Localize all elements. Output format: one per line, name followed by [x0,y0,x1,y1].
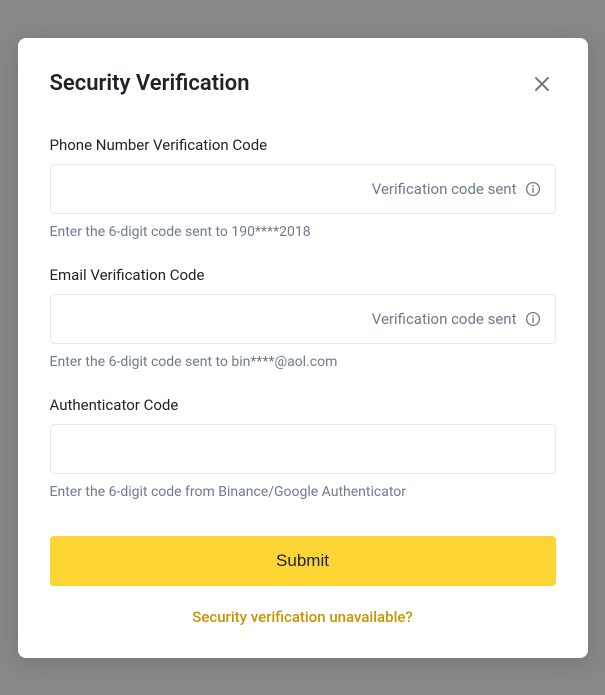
phone-code-label: Phone Number Verification Code [50,136,556,154]
authenticator-code-group: Authenticator Code Enter the 6-digit cod… [50,396,556,500]
phone-code-help: Enter the 6-digit code sent to 190****20… [50,224,556,240]
authenticator-code-input[interactable] [65,425,541,473]
email-code-group: Email Verification Code Verification cod… [50,266,556,370]
modal-title: Security Verification [50,71,250,96]
phone-code-sent-text: Verification code sent [372,180,517,198]
modal-header: Security Verification [50,70,556,98]
email-code-input-row: Verification code sent [50,294,556,344]
phone-code-input-row: Verification code sent [50,164,556,214]
phone-code-sent-status: Verification code sent [372,180,541,198]
email-code-help: Enter the 6-digit code sent to bin****@a… [50,354,556,370]
close-icon [532,74,552,94]
email-code-sent-text: Verification code sent [372,310,517,328]
authenticator-code-input-row [50,424,556,474]
phone-code-input[interactable] [65,165,372,213]
security-verification-modal: Security Verification Phone Number Verif… [18,38,588,658]
authenticator-code-help: Enter the 6-digit code from Binance/Goog… [50,484,556,500]
info-icon[interactable] [525,181,541,197]
email-code-input[interactable] [65,295,372,343]
info-icon[interactable] [525,311,541,327]
submit-button[interactable]: Submit [50,536,556,586]
email-code-label: Email Verification Code [50,266,556,284]
phone-code-group: Phone Number Verification Code Verificat… [50,136,556,240]
email-code-sent-status: Verification code sent [372,310,541,328]
authenticator-code-label: Authenticator Code [50,396,556,414]
close-button[interactable] [528,70,556,98]
verification-unavailable-link[interactable]: Security verification unavailable? [50,608,556,626]
